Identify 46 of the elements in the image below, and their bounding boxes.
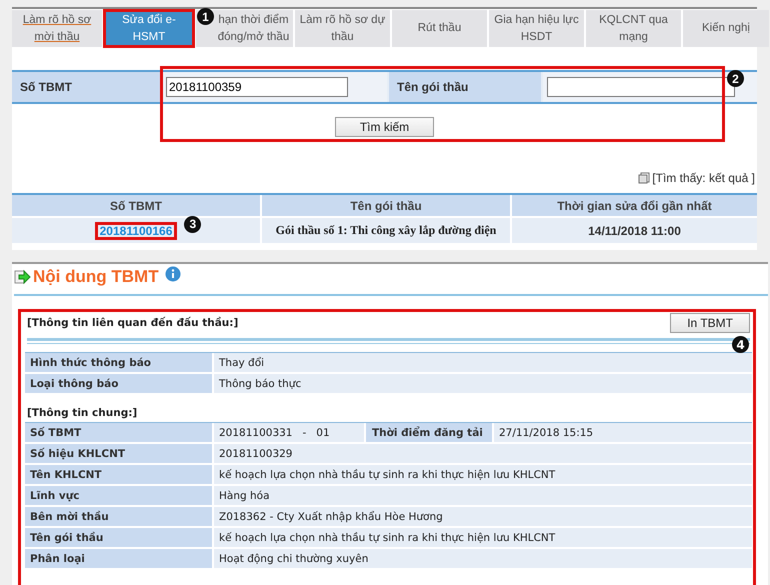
result-count: [Tìm thấy: kết quả ]: [652, 171, 755, 185]
tab[interactable]: Sửa đổi e-HSMT: [104, 10, 194, 47]
tab[interactable]: Làm rõ hồ sơ dự thầu: [295, 10, 390, 47]
row-value: Hàng hóa: [214, 486, 752, 505]
row-value: Z018362 - Cty Xuất nhập khẩu Hòe Hương: [214, 507, 752, 526]
table-cell: 14/11/2018 11:00: [512, 218, 757, 243]
row-value: 20181100329: [214, 444, 752, 463]
row-value: 20181100331 - 01: [214, 423, 366, 442]
field-label: Tên gói thầu: [389, 72, 541, 102]
tab[interactable]: Làm rõ hồ sơ mời thầu: [12, 10, 102, 47]
tab[interactable]: KQLCNT qua mạng: [586, 10, 681, 47]
tab[interactable]: Kiến nghị: [683, 10, 769, 47]
row-value: kế hoạch lựa chọn nhà thầu tự sinh ra khi thực hiện lưu KHLCNT: [214, 528, 752, 547]
row-label: Hình thức thông báo: [25, 353, 214, 372]
row-label: Thời điểm đăng tải: [366, 423, 494, 442]
row-label: Số hiệu KHLCNT: [25, 444, 214, 463]
row-label: Tên KHLCNT: [25, 465, 214, 484]
row-value: 27/11/2018 15:15: [494, 423, 752, 442]
column-header: Tên gói thầu: [262, 195, 510, 216]
column-header: Thời gian sửa đổi gần nhất: [512, 195, 757, 216]
search-button[interactable]: Tìm kiếm: [334, 117, 434, 137]
row-value: Hoạt động chi thường xuyên: [214, 549, 752, 568]
field-label: Số TBMT: [12, 72, 160, 102]
row-value: kế hoạch lựa chọn nhà thầu tự sinh ra khi thực hiện lưu KHLCNT: [214, 465, 752, 484]
section-heading: [Thông tin chung:]: [26, 406, 138, 421]
callout-badge: 3: [184, 216, 202, 232]
tbmt-link[interactable]: 20181100166: [100, 224, 172, 238]
info-icon[interactable]: [164, 266, 181, 282]
tab[interactable]: Gia hạn hiệu lực HSDT: [489, 10, 584, 47]
document-icon: [638, 172, 650, 184]
section-heading: [Thông tin liên quan đến đấu thầu:]: [27, 317, 238, 329]
row-label: Số TBMT: [25, 423, 214, 442]
row-label: Loại thông báo: [25, 374, 214, 393]
row-label: Phân loại: [25, 549, 214, 568]
table-cell: Gói thầu số 1: Thi công xây lắp đường điện: [262, 218, 510, 243]
tab[interactable]: Rút thầu: [392, 10, 487, 47]
input-field[interactable]: 20181100359: [166, 77, 348, 97]
section-title: Nội dung TBMT: [33, 267, 159, 287]
column-header: Số TBMT: [12, 195, 260, 216]
row-label: Tên gói thầu: [25, 528, 214, 547]
row-label: Bên mời thầu: [25, 507, 214, 526]
row-label: Lĩnh vực: [25, 486, 214, 505]
print-button[interactable]: In TBMT: [670, 313, 750, 333]
row-value: Thay đổi: [214, 353, 752, 372]
callout-badge: 4: [732, 336, 749, 353]
row-value: Thông báo thực: [214, 374, 752, 393]
